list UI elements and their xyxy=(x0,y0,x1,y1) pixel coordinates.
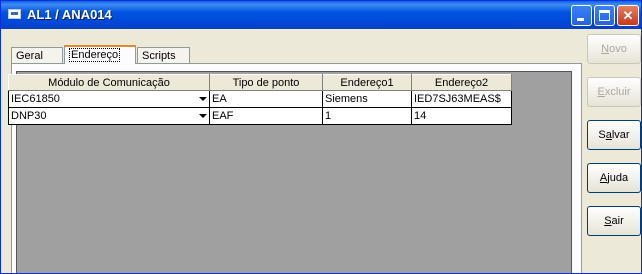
salvar-button-prefix: S xyxy=(598,129,606,141)
table-header-row: Módulo de Comunicação Tipo de ponto Ende… xyxy=(8,74,512,91)
table-row[interactable]: IEC61850 EA Siemens IED7SJ63MEAS$ xyxy=(8,90,512,108)
novo-button[interactable]: Novo xyxy=(587,34,641,64)
salvar-button[interactable]: Salvar xyxy=(587,120,641,150)
tab-scripts-label: Scripts xyxy=(142,50,176,62)
column-header-endereco2[interactable]: Endereço2 xyxy=(411,74,512,91)
endereco2-cell[interactable]: IED7SJ63MEAS$ xyxy=(411,90,512,108)
column-header-modulo[interactable]: Módulo de Comunicação xyxy=(8,74,210,91)
novo-button-label: ovo xyxy=(609,43,627,55)
ajuda-button[interactable]: Ajuda xyxy=(587,163,641,193)
close-button[interactable]: ✕ xyxy=(617,5,639,26)
application-window: AL1 / ANA014 ✕ Geral Endereço Scripts Mó… xyxy=(0,0,642,274)
address-table: Módulo de Comunicação Tipo de ponto Ende… xyxy=(8,74,512,125)
modulo-value: DNP30 xyxy=(11,110,47,122)
table-row[interactable]: DNP30 EAF 1 14 xyxy=(8,107,512,125)
tab-scripts[interactable]: Scripts xyxy=(137,47,190,63)
chevron-down-icon[interactable] xyxy=(197,93,208,105)
modulo-cell[interactable]: DNP30 xyxy=(8,107,210,125)
close-icon: ✕ xyxy=(622,8,634,23)
tab-geral-label: Geral xyxy=(16,50,43,62)
excluir-button-label: xcluir xyxy=(604,86,631,98)
tab-endereco[interactable]: Endereço xyxy=(64,45,136,64)
tab-endereco-label: Endereço xyxy=(69,48,121,62)
endereco1-cell[interactable]: 1 xyxy=(322,107,412,125)
ajuda-button-label: juda xyxy=(607,172,629,184)
minimize-button[interactable] xyxy=(571,5,592,26)
maximize-icon xyxy=(599,10,610,21)
tab-geral[interactable]: Geral xyxy=(11,47,63,63)
salvar-button-label: lvar xyxy=(611,129,630,141)
modulo-value: IEC61850 xyxy=(11,93,60,105)
sair-button-label: air xyxy=(611,215,624,227)
window-icon xyxy=(8,9,21,19)
column-header-endereco1[interactable]: Endereço1 xyxy=(322,74,412,91)
action-panel: Novo Excluir Salvar Ajuda Sair xyxy=(584,34,641,273)
minimize-icon xyxy=(577,18,584,21)
sair-button-mnemonic: S xyxy=(604,215,612,227)
window-title: AL1 / ANA014 xyxy=(27,7,112,22)
excluir-button[interactable]: Excluir xyxy=(587,77,641,107)
column-header-tipo[interactable]: Tipo de ponto xyxy=(209,74,323,91)
endereco1-cell[interactable]: Siemens xyxy=(322,90,412,108)
sair-button[interactable]: Sair xyxy=(587,206,641,236)
maximize-button[interactable] xyxy=(594,5,615,26)
novo-button-mnemonic: N xyxy=(601,43,610,55)
modulo-cell[interactable]: IEC61850 xyxy=(8,90,210,108)
excluir-button-mnemonic: E xyxy=(597,86,605,98)
endereco2-cell[interactable]: 14 xyxy=(411,107,512,125)
tipo-cell[interactable]: EAF xyxy=(209,107,323,125)
chevron-down-icon[interactable] xyxy=(197,110,208,122)
tipo-cell[interactable]: EA xyxy=(209,90,323,108)
title-bar[interactable]: AL1 / ANA014 ✕ xyxy=(1,1,641,29)
